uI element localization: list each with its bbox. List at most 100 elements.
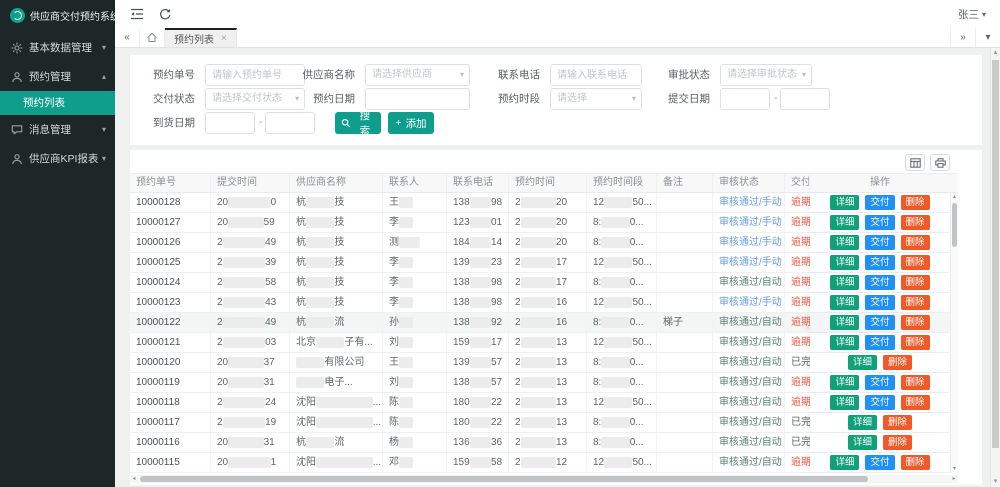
collapse-sidebar-icon[interactable]	[130, 8, 144, 20]
detail-button[interactable]: 详细	[830, 295, 859, 310]
filter-input-booking-date[interactable]	[365, 88, 470, 110]
detail-button[interactable]: 详细	[830, 235, 859, 250]
table-row[interactable]: 100001232██████43杭████技李██138███982█████…	[130, 293, 950, 313]
table-row[interactable]: 100001182██████24沈阳████████...陈██180███2…	[130, 393, 950, 413]
deliver-button[interactable]: 交付	[865, 455, 894, 470]
sidebar-item-supplier-kpi[interactable]: 供应商KPI报表▾	[0, 144, 115, 173]
cell-review-status[interactable]: 审核通过/手动	[713, 213, 785, 232]
filter-input-arrival-date-start[interactable]	[205, 112, 255, 134]
detail-button[interactable]: 详细	[830, 395, 859, 410]
tab-booking-list[interactable]: 预约列表 ×	[165, 28, 237, 47]
delete-button[interactable]: 删除	[883, 355, 912, 370]
filter-select-approve-status[interactable]: 请选择审批状态▾	[720, 64, 812, 86]
refresh-icon[interactable]	[159, 8, 171, 20]
detail-button[interactable]: 详细	[830, 315, 859, 330]
deliver-button[interactable]: 交付	[865, 375, 894, 390]
cell-review-status[interactable]: 审核通过/自动	[713, 333, 785, 352]
cell-review-status[interactable]: 审核通过/自动	[713, 433, 785, 452]
scroll-up-icon[interactable]: ▴	[951, 193, 958, 201]
delete-button[interactable]: 删除	[901, 455, 930, 470]
page-scrollbar[interactable]: ▴ ▾	[990, 48, 1000, 487]
filter-input-submit-date-start[interactable]	[720, 88, 770, 110]
cell-review-status[interactable]: 审核通过/手动	[713, 193, 785, 212]
table-row[interactable]: 100001222██████49杭████流孙██138███922█████…	[130, 313, 950, 333]
filter-input-submit-date-end[interactable]	[780, 88, 830, 110]
cell-review-status[interactable]: 审核通过/自动	[713, 393, 785, 412]
detail-button[interactable]: 详细	[848, 415, 877, 430]
vertical-scroll-thumb[interactable]	[952, 203, 957, 247]
scroll-left-icon[interactable]: ◂	[130, 475, 138, 483]
filter-input-phone[interactable]	[550, 64, 642, 86]
column-settings-icon[interactable]	[905, 154, 925, 171]
filter-select-supplier[interactable]: 请选择供应商▾	[365, 64, 470, 86]
delete-button[interactable]: 删除	[901, 235, 930, 250]
table-row[interactable]: 100001212██████03北京████子有...刘██159███172…	[130, 333, 950, 353]
deliver-button[interactable]: 交付	[865, 295, 894, 310]
cell-review-status[interactable]: 审核通过/手动	[713, 293, 785, 312]
add-button[interactable]: + 添加	[388, 112, 434, 134]
delete-button[interactable]: 删除	[901, 295, 930, 310]
detail-button[interactable]: 详细	[830, 255, 859, 270]
delete-button[interactable]: 删除	[901, 315, 930, 330]
delete-button[interactable]: 删除	[901, 335, 930, 350]
tabs-scroll-right-icon[interactable]: »	[950, 28, 975, 47]
user-menu[interactable]: 张三 ▾	[958, 7, 986, 22]
sidebar-subitem-booking-list[interactable]: 预约列表	[0, 91, 115, 115]
cell-review-status[interactable]: 审核通过/自动	[713, 453, 785, 472]
table-horizontal-scrollbar[interactable]: ◂ ▸	[130, 475, 958, 483]
cell-review-status[interactable]: 审核通过/自动	[713, 353, 785, 372]
deliver-button[interactable]: 交付	[865, 215, 894, 230]
cell-review-status[interactable]: 审核通过/自动	[713, 413, 785, 432]
cell-review-status[interactable]: 审核通过/自动	[713, 373, 785, 392]
table-row[interactable]: 100001172██████19沈阳████████...陈██180███2…	[130, 413, 950, 433]
cell-review-status[interactable]: 审核通过/自动	[713, 273, 785, 292]
detail-button[interactable]: 详细	[848, 435, 877, 450]
table-row[interactable]: 1000012820██████0杭████技王██138███982█████…	[130, 193, 950, 213]
table-vertical-scrollbar[interactable]: ▴ ▾	[950, 193, 958, 473]
print-icon[interactable]	[930, 154, 950, 171]
detail-button[interactable]: 详细	[830, 215, 859, 230]
filter-select-time-slot[interactable]: 请选择▾	[550, 88, 642, 110]
deliver-button[interactable]: 交付	[865, 395, 894, 410]
deliver-button[interactable]: 交付	[865, 275, 894, 290]
table-row[interactable]: 100001252██████39杭████技李██139███232█████…	[130, 253, 950, 273]
delete-button[interactable]: 删除	[901, 375, 930, 390]
table-row[interactable]: 1000011920█████31████电子...刘██138███572██…	[130, 373, 950, 393]
table-row[interactable]: 1000012020█████37████有限公司王██139███572███…	[130, 353, 950, 373]
detail-button[interactable]: 详细	[848, 355, 877, 370]
detail-button[interactable]: 详细	[830, 335, 859, 350]
table-row[interactable]: 1000011620█████31杭████流杨██136███362█████…	[130, 433, 950, 453]
home-tab-icon[interactable]	[140, 28, 165, 47]
deliver-button[interactable]: 交付	[865, 255, 894, 270]
tab-close-icon[interactable]: ×	[221, 33, 227, 44]
detail-button[interactable]: 详细	[830, 195, 859, 210]
delete-button[interactable]: 删除	[901, 395, 930, 410]
table-row[interactable]: 1000012720█████59杭████技李██123███012█████…	[130, 213, 950, 233]
scroll-down-icon[interactable]: ▾	[951, 465, 958, 473]
filter-input-arrival-date-end[interactable]	[265, 112, 315, 134]
search-button[interactable]: 搜索	[335, 112, 381, 134]
deliver-button[interactable]: 交付	[865, 315, 894, 330]
deliver-button[interactable]: 交付	[865, 335, 894, 350]
sidebar-item-booking-mgmt[interactable]: 预约管理▴	[0, 62, 115, 91]
sidebar-item-message-mgmt[interactable]: 消息管理▾	[0, 115, 115, 144]
tabs-scroll-left-icon[interactable]: «	[115, 28, 140, 47]
page-scroll-down-icon[interactable]: ▾	[991, 477, 1000, 487]
table-row[interactable]: 100001242██████58杭████技李██138███982█████…	[130, 273, 950, 293]
page-scroll-thumb[interactable]	[992, 60, 999, 448]
page-scroll-up-icon[interactable]: ▴	[991, 48, 1000, 58]
delete-button[interactable]: 删除	[901, 255, 930, 270]
deliver-button[interactable]: 交付	[865, 195, 894, 210]
detail-button[interactable]: 详细	[830, 375, 859, 390]
cell-review-status[interactable]: 审核通过/手动	[713, 233, 785, 252]
delete-button[interactable]: 删除	[901, 275, 930, 290]
detail-button[interactable]: 详细	[830, 275, 859, 290]
table-row[interactable]: 1000011520██████1沈阳████████...邓██159███5…	[130, 453, 950, 473]
scroll-right-icon[interactable]: ▸	[950, 475, 958, 483]
table-row[interactable]: 100001262██████49杭████技测███184███142████…	[130, 233, 950, 253]
deliver-button[interactable]: 交付	[865, 235, 894, 250]
cell-review-status[interactable]: 审核通过/手动	[713, 253, 785, 272]
tab-options-icon[interactable]: ▾	[975, 28, 1000, 47]
delete-button[interactable]: 删除	[901, 215, 930, 230]
cell-review-status[interactable]: 审核通过/自动	[713, 313, 785, 332]
